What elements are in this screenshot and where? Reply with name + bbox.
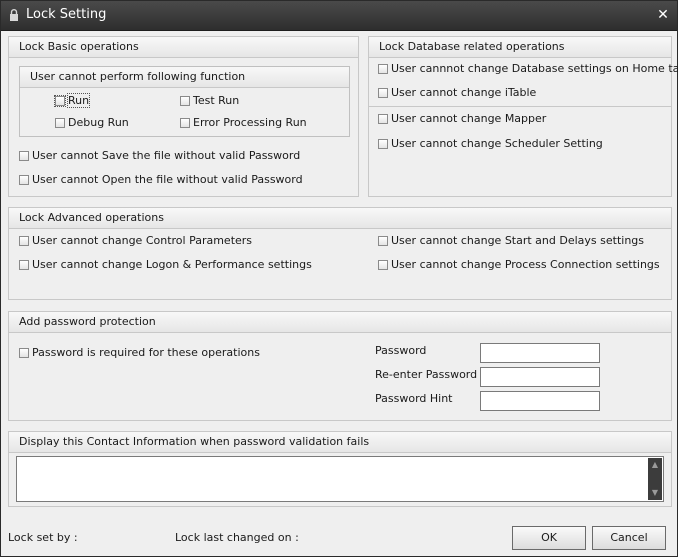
checkbox-box[interactable] bbox=[54, 94, 66, 107]
cancel-button[interactable]: Cancel bbox=[592, 526, 666, 550]
process-connection-checkbox[interactable]: User cannot change Process Connection se… bbox=[378, 258, 660, 271]
basic-operations-title: Lock Basic operations bbox=[19, 40, 139, 53]
checkbox-box[interactable] bbox=[378, 235, 388, 246]
mapper-checkbox[interactable]: User cannot change Mapper bbox=[378, 112, 546, 125]
user-functions-subgroup: User cannot perform following function R… bbox=[19, 66, 350, 137]
user-functions-header: User cannot perform following function bbox=[20, 67, 349, 88]
password-hint-label: Password Hint bbox=[375, 392, 453, 405]
user-functions-title: User cannot perform following function bbox=[30, 70, 246, 83]
password-required-checkbox[interactable]: Password is required for these operation… bbox=[19, 346, 260, 359]
advanced-operations-header: Lock Advanced operations bbox=[9, 208, 671, 229]
logon-performance-label: User cannot change Logon & Performance s… bbox=[32, 258, 312, 271]
lock-icon bbox=[10, 9, 18, 21]
db-settings-home-label: User cannnot change Database settings on… bbox=[391, 62, 678, 75]
error-processing-run-label: Error Processing Run bbox=[193, 116, 307, 129]
window-title: Lock Setting bbox=[26, 7, 107, 22]
debug-run-checkbox[interactable]: Debug Run bbox=[55, 116, 129, 129]
control-parameters-label: User cannot change Control Parameters bbox=[32, 234, 253, 247]
start-delays-checkbox[interactable]: User cannot change Start and Delays sett… bbox=[378, 234, 644, 247]
password-hint-field[interactable] bbox=[480, 391, 600, 411]
lock-set-by-label: Lock set by : bbox=[8, 531, 78, 544]
contact-info-title: Display this Contact Information when pa… bbox=[19, 435, 370, 448]
basic-operations-header: Lock Basic operations bbox=[9, 37, 358, 58]
contact-info-scrollbar[interactable]: ▲ ▼ bbox=[648, 458, 662, 500]
scheduler-label: User cannot change Scheduler Setting bbox=[391, 137, 603, 150]
checkbox-box[interactable] bbox=[378, 87, 388, 98]
scheduler-checkbox[interactable]: User cannot change Scheduler Setting bbox=[378, 137, 603, 150]
checkbox-box[interactable] bbox=[378, 63, 388, 74]
password-protection-group: Add password protection Password is requ… bbox=[8, 311, 672, 421]
basic-operations-group: Lock Basic operations User cannot perfor… bbox=[8, 36, 359, 197]
password-label: Password bbox=[375, 344, 427, 357]
database-operations-group: Lock Database related operations User ca… bbox=[368, 36, 678, 197]
contact-info-textarea[interactable]: ▲ ▼ bbox=[16, 456, 664, 502]
test-run-checkbox[interactable]: Test Run bbox=[180, 94, 239, 107]
checkbox-box[interactable] bbox=[378, 113, 388, 124]
password-protection-header: Add password protection bbox=[9, 312, 671, 333]
itable-label: User cannot change iTable bbox=[391, 86, 537, 99]
database-operations-header: Lock Database related operations bbox=[369, 37, 671, 58]
process-connection-label: User cannot change Process Connection se… bbox=[391, 258, 660, 271]
checkbox-box[interactable] bbox=[19, 150, 29, 161]
database-divider bbox=[369, 106, 671, 107]
checkbox-box[interactable] bbox=[19, 259, 29, 270]
close-icon: ✕ bbox=[657, 7, 669, 23]
test-run-label: Test Run bbox=[193, 94, 240, 107]
contact-info-header: Display this Contact Information when pa… bbox=[9, 432, 671, 453]
run-checkbox[interactable]: Run bbox=[54, 93, 91, 108]
advanced-operations-group: Lock Advanced operations User cannot cha… bbox=[8, 207, 672, 300]
save-without-password-label: User cannot Save the file without valid … bbox=[32, 149, 301, 162]
checkbox-box[interactable] bbox=[55, 117, 65, 128]
checkbox-box[interactable] bbox=[19, 347, 29, 358]
advanced-operations-title: Lock Advanced operations bbox=[19, 211, 164, 224]
open-without-password-label: User cannot Open the file without valid … bbox=[32, 173, 303, 186]
contact-info-group: Display this Contact Information when pa… bbox=[8, 431, 672, 507]
scroll-down-arrow-icon[interactable]: ▼ bbox=[648, 486, 662, 500]
database-operations-title: Lock Database related operations bbox=[379, 40, 565, 53]
reenter-password-label: Re-enter Password bbox=[375, 368, 478, 381]
run-label: Run bbox=[66, 93, 91, 108]
checkbox-box[interactable] bbox=[19, 174, 29, 185]
ok-button[interactable]: OK bbox=[512, 526, 586, 550]
save-without-password-checkbox[interactable]: User cannot Save the file without valid … bbox=[19, 149, 300, 162]
password-protection-title: Add password protection bbox=[19, 315, 156, 328]
control-parameters-checkbox[interactable]: User cannot change Control Parameters bbox=[19, 234, 252, 247]
debug-run-label: Debug Run bbox=[68, 116, 129, 129]
checkbox-box[interactable] bbox=[378, 259, 388, 270]
scroll-up-arrow-icon[interactable]: ▲ bbox=[648, 458, 662, 472]
open-without-password-checkbox[interactable]: User cannot Open the file without valid … bbox=[19, 173, 303, 186]
logon-performance-checkbox[interactable]: User cannot change Logon & Performance s… bbox=[19, 258, 312, 271]
checkbox-box[interactable] bbox=[180, 95, 190, 106]
error-processing-run-checkbox[interactable]: Error Processing Run bbox=[180, 116, 307, 129]
start-delays-label: User cannot change Start and Delays sett… bbox=[391, 234, 645, 247]
mapper-label: User cannot change Mapper bbox=[391, 112, 547, 125]
reenter-password-field[interactable] bbox=[480, 367, 600, 387]
title-bar[interactable]: Lock Setting ✕ bbox=[1, 1, 677, 31]
lock-setting-window: Lock Setting ✕ Lock Basic operations Use… bbox=[0, 0, 678, 557]
itable-checkbox[interactable]: User cannot change iTable bbox=[378, 86, 536, 99]
password-field[interactable] bbox=[480, 343, 600, 363]
lock-last-changed-label: Lock last changed on : bbox=[175, 531, 299, 544]
checkbox-box[interactable] bbox=[19, 235, 29, 246]
checkbox-box[interactable] bbox=[378, 138, 388, 149]
checkbox-box[interactable] bbox=[180, 117, 190, 128]
password-required-label: Password is required for these operation… bbox=[32, 346, 260, 359]
db-settings-home-checkbox[interactable]: User cannnot change Database settings on… bbox=[378, 62, 678, 75]
close-button[interactable]: ✕ bbox=[655, 6, 671, 24]
